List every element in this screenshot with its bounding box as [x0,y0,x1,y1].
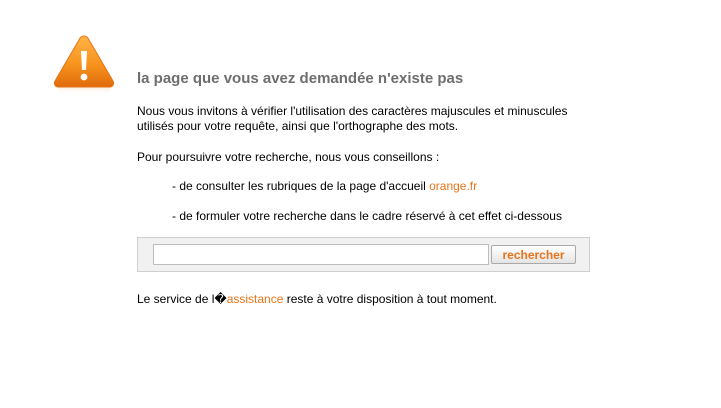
footer-suffix: reste à votre disposition à tout moment. [283,292,497,306]
assistance-link[interactable]: assistance [227,292,284,306]
suggestion-home: - de consulter les rubriques de la page … [172,179,477,194]
orange-home-link[interactable]: orange.fr [429,179,477,193]
suggestion-home-text: - de consulter les rubriques de la page … [172,179,430,193]
footer-prefix: Le service de l� [137,292,227,306]
search-button[interactable]: rechercher [491,245,576,264]
intro-text: Nous vous invitons à vérifier l'utilisat… [137,104,568,133]
suggestion-search: - de formuler votre recherche dans le ca… [172,209,562,223]
search-input[interactable] [153,244,489,265]
footer-text: Le service de l�assistance reste à votre… [137,292,497,307]
warning-triangle-icon [53,35,115,95]
error-page: la page que vous avez demandée n'existe … [0,0,721,408]
page-title: la page que vous avez demandée n'existe … [137,70,464,87]
search-form: rechercher [137,237,590,272]
advice-text: Pour poursuivre votre recherche, nous vo… [137,150,440,164]
